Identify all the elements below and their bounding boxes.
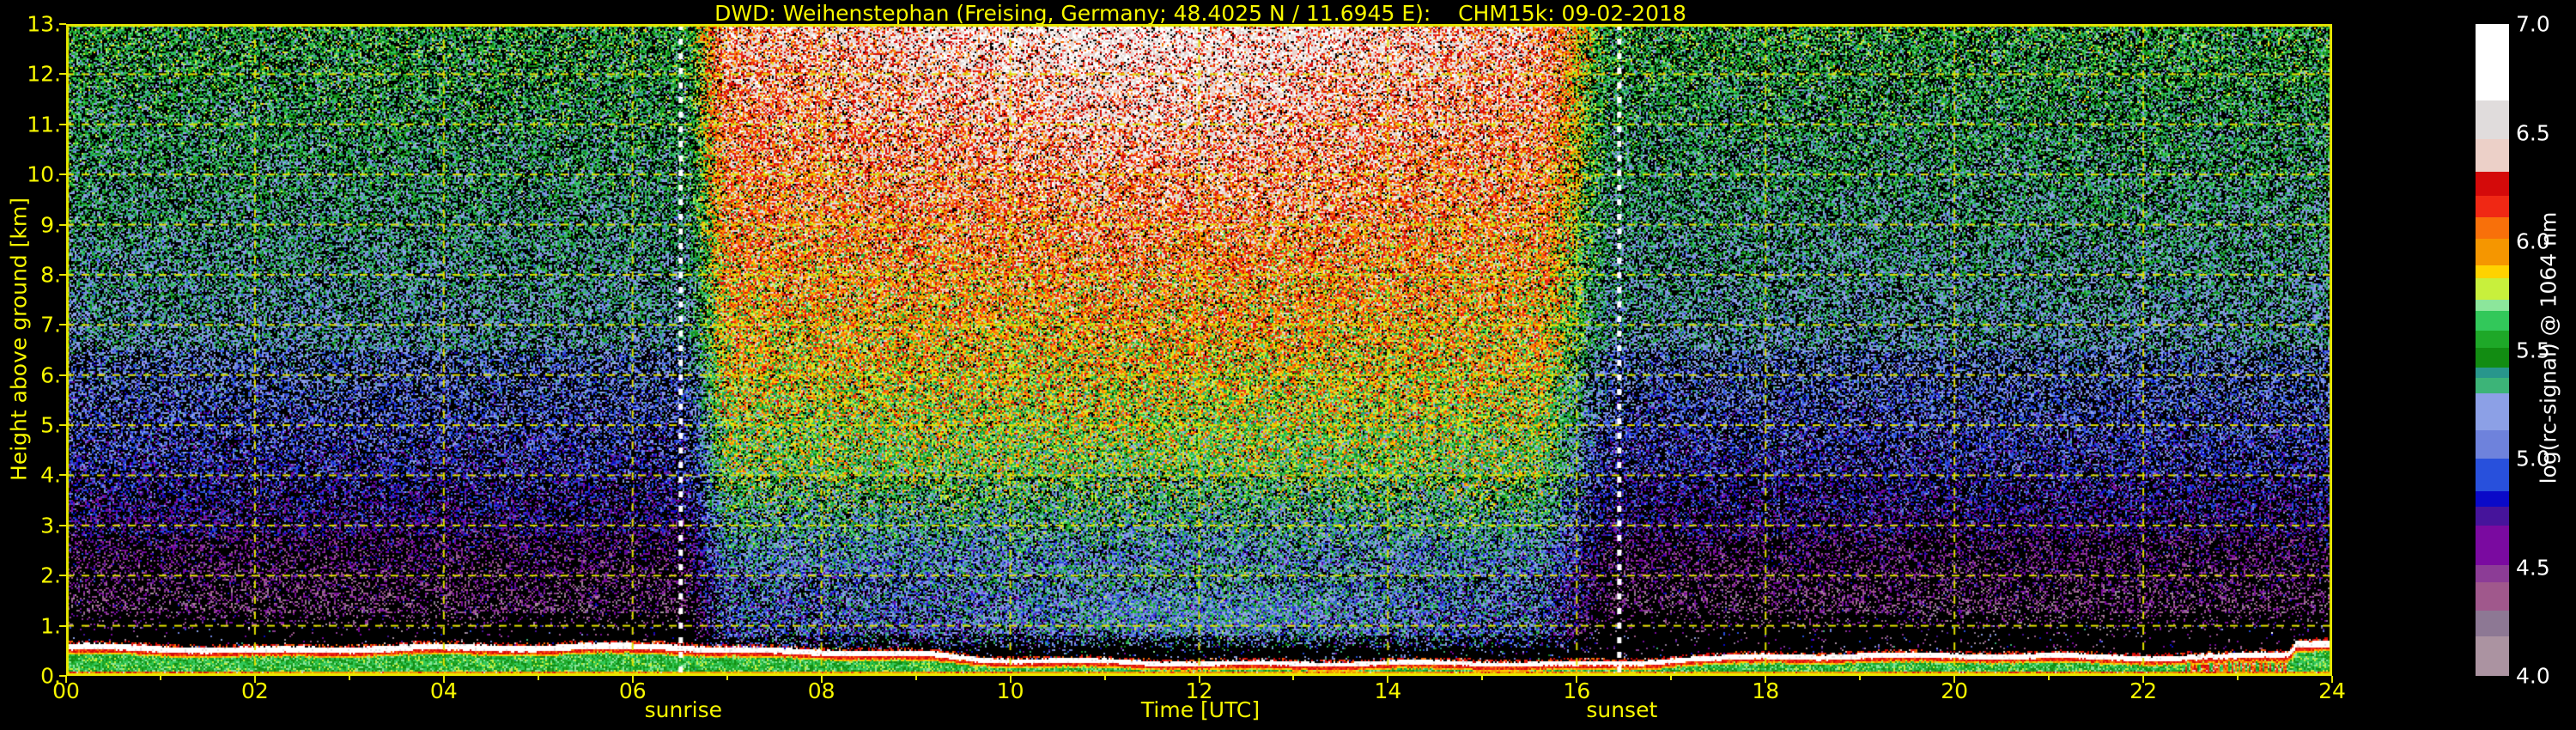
tick-mark [59, 73, 66, 75]
tick-mark [2048, 676, 2050, 680]
colorbar-segment [2476, 459, 2509, 491]
tick-mark [349, 676, 350, 680]
colorbar-segment [2476, 393, 2509, 430]
x-axis-label: Time [UTC] [1141, 697, 1260, 722]
colorbar-tick-label: 4.5 [2516, 555, 2550, 580]
y-tick-label: 8. [8, 262, 61, 287]
colorbar-axis-label: log(rc-signal) @ 1064 nm [2537, 212, 2561, 484]
tick-mark [59, 324, 66, 325]
colorbar-segment [2476, 265, 2509, 278]
colorbar-segment [2476, 300, 2509, 311]
colorbar-segment [2476, 636, 2509, 676]
colorbar-segment [2476, 100, 2509, 140]
tick-mark [59, 525, 66, 526]
y-tick-label: 2. [8, 563, 61, 588]
tick-mark [1953, 676, 1955, 683]
colorbar [2476, 24, 2509, 676]
colorbar-segment [2476, 430, 2509, 459]
colorbar-segment [2476, 139, 2509, 172]
tick-mark [443, 676, 445, 683]
tick-mark [1481, 676, 1483, 680]
tick-mark [1576, 676, 1577, 683]
y-tick-label: 13. [8, 12, 61, 37]
colorbar-tick-label: 7.0 [2516, 12, 2550, 37]
y-axis-label: Height above ground [km] [7, 198, 32, 481]
tick-mark [59, 575, 66, 576]
tick-mark [59, 625, 66, 627]
colorbar-segment [2476, 172, 2509, 196]
figure-root: DWD: Weihenstephan (Freising, Germany; 4… [0, 0, 2576, 730]
colorbar-segment [2476, 526, 2509, 565]
tick-mark [1670, 676, 1672, 680]
tick-mark [59, 424, 66, 426]
tick-mark [65, 676, 67, 683]
tick-mark [2237, 676, 2239, 680]
tick-mark [1104, 676, 1106, 680]
colorbar-segment [2476, 491, 2509, 507]
colorbar-segment [2476, 217, 2509, 239]
colorbar-segment [2476, 378, 2509, 393]
colorbar-segment [2476, 196, 2509, 217]
tick-mark [59, 173, 66, 175]
tick-mark [59, 274, 66, 276]
tick-mark [632, 676, 634, 683]
tick-mark [254, 676, 256, 683]
tick-mark [2142, 676, 2144, 683]
sunset-label: sunset [1586, 697, 1657, 722]
colorbar-segment [2476, 331, 2509, 348]
tick-mark [1859, 676, 1861, 680]
tick-mark [821, 676, 823, 683]
y-tick-label: 9. [8, 212, 61, 237]
sunrise-label: sunrise [645, 697, 722, 722]
y-tick-label: 10. [8, 162, 61, 187]
colorbar-segment [2476, 239, 2509, 265]
y-tick-label: 1. [8, 613, 61, 638]
tick-mark [59, 224, 66, 226]
tick-mark [59, 124, 66, 125]
y-tick-label: 3. [8, 513, 61, 538]
tick-mark [1010, 676, 1012, 683]
y-tick-label: 12. [8, 62, 61, 87]
lidar-heatmap [66, 24, 2332, 676]
tick-mark [59, 474, 66, 476]
y-tick-label: 11. [8, 112, 61, 137]
y-tick-label: 5. [8, 413, 61, 438]
y-tick-label: 7. [8, 313, 61, 338]
colorbar-segment [2476, 507, 2509, 526]
tick-mark [160, 676, 161, 680]
tick-mark [538, 676, 539, 680]
tick-mark [2331, 676, 2333, 683]
colorbar-segment [2476, 565, 2509, 582]
tick-mark [915, 676, 917, 680]
tick-mark [59, 374, 66, 376]
tick-mark [59, 23, 66, 25]
tick-mark [726, 676, 728, 680]
tick-mark [1292, 676, 1294, 680]
chart-title: DWD: Weihenstephan (Freising, Germany; 4… [714, 1, 1686, 26]
tick-mark [1387, 676, 1388, 683]
tick-mark [1199, 676, 1200, 683]
colorbar-segment [2476, 348, 2509, 368]
tick-mark [1765, 676, 1766, 683]
colorbar-segment [2476, 368, 2509, 379]
colorbar-segment [2476, 311, 2509, 331]
y-tick-label: 6. [8, 362, 61, 387]
colorbar-tick-label: 6.5 [2516, 120, 2550, 145]
colorbar-segment [2476, 24, 2509, 100]
colorbar-segment [2476, 611, 2509, 636]
y-tick-label: 4. [8, 463, 61, 488]
colorbar-segment [2476, 278, 2509, 300]
colorbar-tick-label: 4.0 [2516, 664, 2550, 689]
colorbar-segment [2476, 582, 2509, 611]
